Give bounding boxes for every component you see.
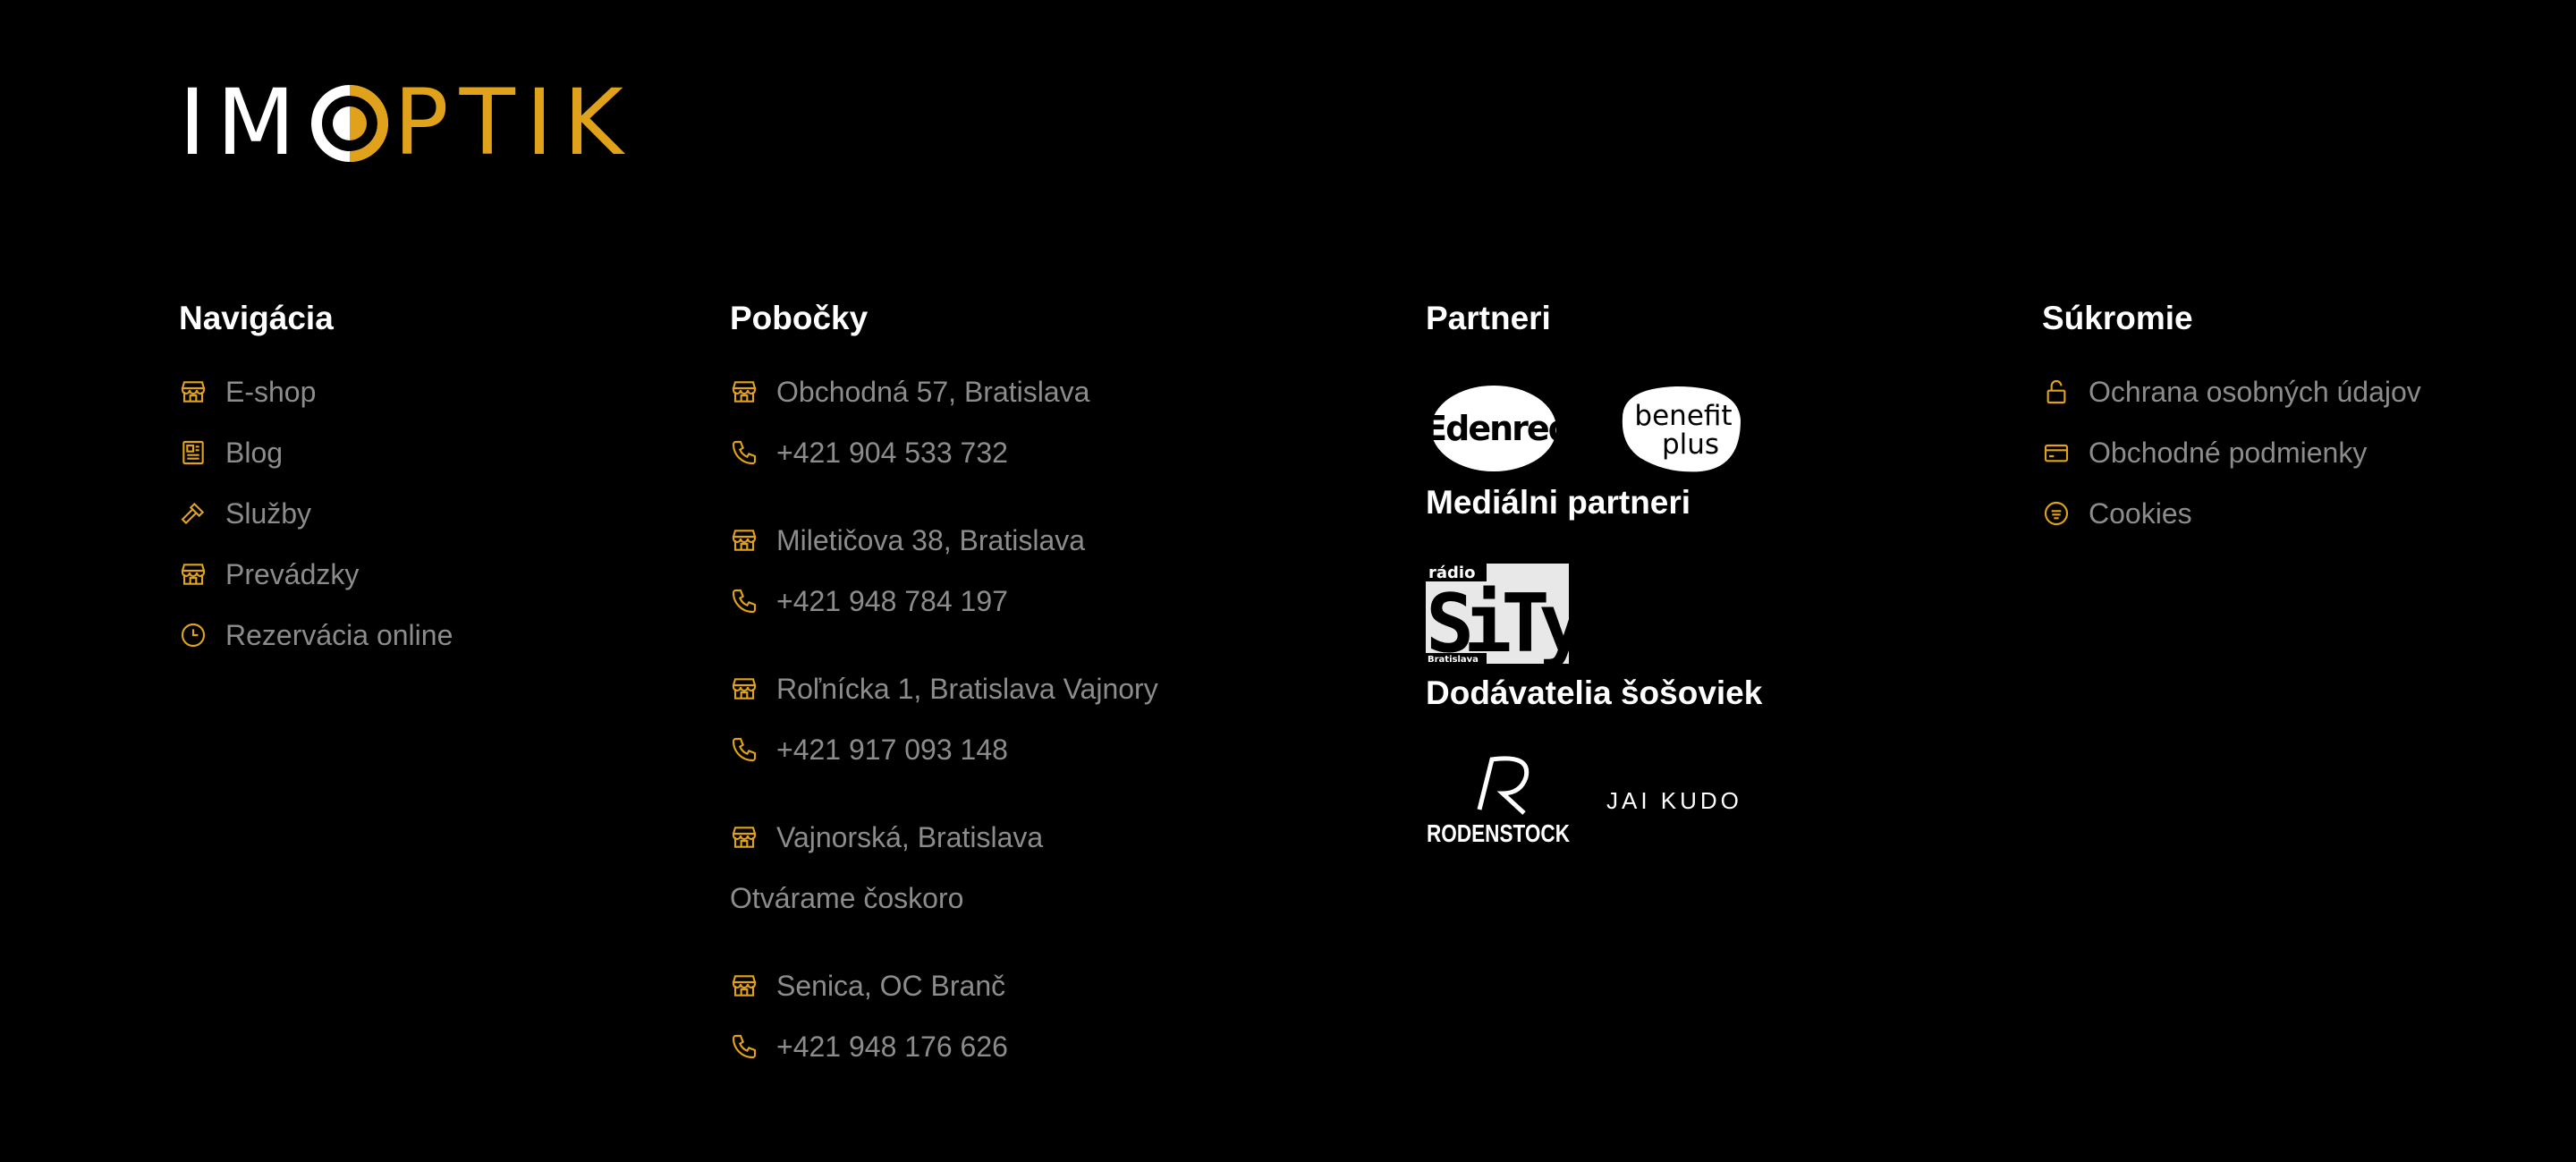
branch-address[interactable]: Vajnorská, Bratislava xyxy=(730,807,1158,868)
store-icon xyxy=(730,674,758,703)
privacy-item-cookies[interactable]: Cookies xyxy=(2042,483,2421,544)
privacy-item-data-protection[interactable]: Ochrana osobných údajov xyxy=(2042,361,2421,422)
store-icon xyxy=(179,377,208,406)
newspaper-icon xyxy=(179,438,208,467)
jai-kudo-logo[interactable]: JAI KUDO xyxy=(1606,773,1755,831)
imoptik-logo[interactable]: IM PTIK xyxy=(179,78,634,169)
nav-item-label: Prevádzky xyxy=(225,558,360,590)
branches-column: Pobočky Obchodná 57, Bratislava +421 904… xyxy=(730,293,1158,1077)
branch-phone[interactable]: +421 948 176 626 xyxy=(730,1016,1158,1077)
nav-item-label: Blog xyxy=(225,437,284,469)
branch-address-label: Miletičova 38, Bratislava xyxy=(776,524,1086,556)
store-icon xyxy=(730,377,758,406)
radio-sity-bottom: Bratislava xyxy=(1428,655,1479,664)
branch-address-label: Obchodná 57, Bratislava xyxy=(776,376,1090,408)
store-icon xyxy=(730,526,758,555)
benefit-plus-logo[interactable]: benefit plus xyxy=(1605,377,1748,480)
edenred-logo[interactable]: Edenred xyxy=(1424,377,1572,480)
privacy-item-terms[interactable]: Obchodné podmienky xyxy=(2042,422,2421,483)
privacy-item-label: Ochrana osobných údajov xyxy=(2089,376,2421,408)
hammer-icon xyxy=(179,499,208,528)
store-icon xyxy=(730,971,758,1000)
clock-icon xyxy=(179,621,208,649)
radio-sity-logo[interactable]: rádio SiTy Bratislava xyxy=(1426,564,1762,671)
rodenstock-logo-text: RODENSTOCK xyxy=(1427,819,1570,845)
branch-address[interactable]: Obchodná 57, Bratislava xyxy=(730,361,1158,422)
store-icon xyxy=(730,823,758,852)
nav-item-reservation[interactable]: Rezervácia online xyxy=(179,605,453,666)
branch-phone[interactable]: +421 948 784 197 xyxy=(730,571,1158,632)
store-icon xyxy=(179,560,208,589)
phone-icon xyxy=(730,438,758,467)
navigation-column: Navigácia E-shop Blog Služby Prevádzky R… xyxy=(179,293,453,666)
nav-item-label: E-shop xyxy=(225,376,317,408)
nav-item-eshop[interactable]: E-shop xyxy=(179,361,453,422)
nav-item-blog[interactable]: Blog xyxy=(179,422,453,483)
branch-phone-label: +421 904 533 732 xyxy=(776,437,1008,469)
phone-icon xyxy=(730,735,758,764)
branch-note: Otvárame čoskoro xyxy=(730,882,964,914)
logo-eye-o xyxy=(311,85,389,162)
navigation-title: Navigácia xyxy=(179,300,334,336)
branch-phone-label: +421 948 784 197 xyxy=(776,585,1008,617)
branch-address[interactable]: Roľnícka 1, Bratislava Vajnory xyxy=(730,658,1158,719)
privacy-item-label: Cookies xyxy=(2089,497,2192,530)
branch-address[interactable]: Senica, OC Branč xyxy=(730,955,1158,1016)
nav-item-label: Služby xyxy=(225,497,312,530)
branch-phone-label: +421 917 093 148 xyxy=(776,734,1008,766)
branch-address-label: Senica, OC Branč xyxy=(776,970,1006,1002)
partners-title: Partneri xyxy=(1426,300,1551,336)
privacy-item-label: Obchodné podmienky xyxy=(2089,437,2368,469)
branch-address-label: Vajnorská, Bratislava xyxy=(776,821,1044,853)
privacy-column: Súkromie Ochrana osobných údajov Obchodn… xyxy=(2042,293,2421,544)
branches-title: Pobočky xyxy=(730,300,869,336)
rodenstock-logo[interactable]: RODENSTOCK xyxy=(1426,754,1571,850)
nav-item-stores[interactable]: Prevádzky xyxy=(179,544,453,605)
lens-suppliers-title: Dodávatelia šošoviek xyxy=(1426,674,1763,711)
media-partners-title: Mediálni partneri xyxy=(1426,484,1691,521)
branch-phone[interactable]: +421 904 533 732 xyxy=(730,422,1158,483)
privacy-title: Súkromie xyxy=(2042,300,2193,336)
nav-item-services[interactable]: Služby xyxy=(179,483,453,544)
radio-sity-main: SiTy xyxy=(1426,577,1569,664)
cookie-icon xyxy=(2042,499,2071,528)
branch-phone[interactable]: +421 917 093 148 xyxy=(730,719,1158,780)
lock-icon xyxy=(2042,377,2071,406)
partners-column: Partneri Edenred benefit plus Mediálni pa… xyxy=(1424,293,1763,850)
jai-kudo-logo-text: JAI KUDO xyxy=(1606,787,1742,814)
phone-icon xyxy=(730,1032,758,1061)
branch-address-label: Roľnícka 1, Bratislava Vajnory xyxy=(776,673,1158,705)
edenred-logo-text: Edenred xyxy=(1426,409,1569,448)
branch-address[interactable]: Miletičova 38, Bratislava xyxy=(730,510,1158,571)
branch-phone-label: +421 948 176 626 xyxy=(776,1031,1008,1063)
credit-card-icon xyxy=(2042,438,2071,467)
phone-icon xyxy=(730,587,758,615)
nav-item-label: Rezervácia online xyxy=(225,619,453,651)
